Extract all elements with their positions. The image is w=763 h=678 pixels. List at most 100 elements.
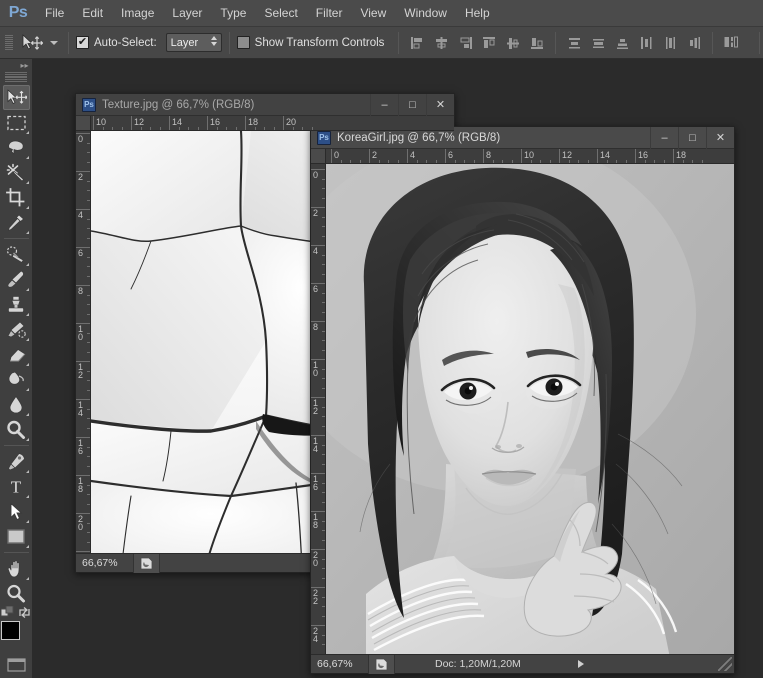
ruler-tick-minor	[140, 127, 142, 130]
dodge-tool[interactable]	[3, 417, 30, 442]
hand-tool[interactable]	[3, 556, 30, 581]
menu-image[interactable]: Image	[112, 2, 163, 25]
ruler-tick-minor	[663, 160, 665, 163]
koreagirl-document-window[interactable]: Ps KoreaGirl.jpg @ 66,7% (RGB/8) – □ ✕ 0…	[310, 126, 735, 674]
brush-tool[interactable]	[3, 267, 30, 292]
eraser-tool[interactable]	[3, 342, 30, 367]
document-thumbnail-icon[interactable]	[134, 553, 160, 573]
align-top-edges-button[interactable]	[478, 32, 500, 54]
align-vertical-centers-button[interactable]	[502, 32, 524, 54]
ruler-tick-major	[245, 116, 246, 130]
align-right-edges-button[interactable]	[454, 32, 476, 54]
eyedropper-tool[interactable]	[3, 210, 30, 235]
blur-tool[interactable]	[3, 392, 30, 417]
swap-colors-icon[interactable]	[18, 606, 31, 619]
menu-select[interactable]: Select	[255, 2, 306, 25]
koreagirl-ruler-corner[interactable]	[311, 149, 326, 164]
ruler-tick-minor	[322, 606, 325, 607]
tools-panel-grip[interactable]	[5, 72, 27, 82]
texture-zoom-level[interactable]: 66,67%	[76, 553, 134, 573]
ruler-tick-minor	[322, 539, 325, 541]
crop-tool[interactable]	[3, 185, 30, 210]
maximize-button[interactable]: □	[678, 126, 706, 149]
gradient-tool[interactable]	[3, 367, 30, 392]
ruler-tick-minor	[322, 311, 325, 313]
align-bottom-edges-button[interactable]	[526, 32, 548, 54]
ruler-tick-minor	[87, 180, 90, 182]
koreagirl-zoom-level[interactable]: 66,67%	[311, 654, 369, 674]
ruler-label: 12	[134, 117, 145, 127]
koreagirl-vertical-ruler[interactable]: 024681012141618202224	[311, 164, 326, 654]
menu-view[interactable]: View	[351, 2, 395, 25]
distribute-top-edges-button[interactable]	[563, 32, 585, 54]
zoom-tool[interactable]	[3, 581, 30, 606]
distribute-bottom-edges-button[interactable]	[611, 32, 633, 54]
distribute-horizontal-centers-button[interactable]	[659, 32, 681, 54]
horizontal-type-tool[interactable]: T	[3, 474, 30, 499]
ruler-tick-minor	[322, 349, 325, 351]
menu-type[interactable]: Type	[211, 2, 255, 25]
align-horizontal-centers-button[interactable]	[430, 32, 452, 54]
texture-ruler-corner[interactable]	[76, 116, 91, 131]
auto-select-checkbox[interactable]: ✔	[76, 36, 89, 49]
minimize-button[interactable]: –	[370, 93, 398, 116]
ruler-tick-minor	[87, 152, 90, 153]
tools-panel-collapse-button[interactable]: ▸▸	[0, 59, 33, 72]
options-bar-grip[interactable]	[3, 30, 15, 56]
screen-mode-icon[interactable]	[3, 653, 30, 678]
foreground-color-swatch[interactable]	[1, 621, 20, 641]
auto-align-layers-button[interactable]	[720, 32, 742, 54]
close-button[interactable]: ✕	[706, 126, 734, 149]
magic-wand-tool[interactable]	[3, 160, 30, 185]
menu-edit[interactable]: Edit	[73, 2, 112, 25]
document-thumbnail-icon[interactable]	[369, 654, 395, 674]
distribute-left-edges-button[interactable]	[635, 32, 657, 54]
tool-submenu-indicator-icon	[25, 544, 29, 548]
path-selection-tool[interactable]	[3, 499, 30, 524]
texture-vertical-ruler[interactable]: 0246810121416182022	[76, 131, 91, 553]
status-bar-expand-arrow-icon[interactable]	[577, 660, 584, 668]
auto-select-scope-dropdown[interactable]: Layer	[165, 33, 222, 52]
ruler-tick-minor	[322, 197, 325, 199]
pen-tool[interactable]	[3, 449, 30, 474]
default-colors-icon[interactable]	[1, 605, 14, 619]
rectangle-tool[interactable]	[3, 524, 30, 549]
spot-healing-brush-tool[interactable]	[3, 242, 30, 267]
ruler-tick-major	[483, 149, 484, 163]
align-left-edges-button[interactable]	[406, 32, 428, 54]
ruler-tick-minor	[322, 558, 325, 560]
distribute-buttons-group	[563, 32, 705, 54]
ruler-tick-major	[445, 149, 446, 163]
ruler-tick-minor	[322, 596, 325, 598]
koreagirl-horizontal-ruler[interactable]: 0 2 4 6 8 10 12 14 16 18	[326, 149, 734, 164]
photoshop-app-window: Ps File Edit Image Layer Type Select Fil…	[0, 0, 763, 678]
ruler-label: 18	[676, 150, 687, 160]
ruler-tick-minor	[216, 127, 218, 130]
lasso-tool[interactable]	[3, 135, 30, 160]
window-resize-grip[interactable]	[718, 657, 732, 671]
distribute-right-edges-button[interactable]	[683, 32, 705, 54]
ruler-tick-minor	[322, 273, 325, 275]
menu-window[interactable]: Window	[395, 2, 456, 25]
texture-window-titlebar[interactable]: Ps Texture.jpg @ 66,7% (RGB/8) – □ ✕	[76, 93, 454, 116]
clone-stamp-tool[interactable]	[3, 292, 30, 317]
maximize-button[interactable]: □	[398, 93, 426, 116]
rectangular-marquee-tool[interactable]	[3, 110, 30, 135]
distribute-vertical-centers-button[interactable]	[587, 32, 609, 54]
move-tool[interactable]	[2, 85, 30, 111]
menu-filter[interactable]: Filter	[307, 2, 352, 25]
koreagirl-canvas[interactable]	[326, 164, 734, 654]
history-brush-tool[interactable]	[3, 317, 30, 342]
texture-horizontal-ruler[interactable]: 10 12 14 16 18 20	[91, 116, 454, 131]
color-controls-row	[1, 605, 31, 619]
menu-help[interactable]: Help	[456, 2, 499, 25]
minimize-button[interactable]: –	[650, 126, 678, 149]
ruler-tick-minor	[322, 520, 325, 522]
close-button[interactable]: ✕	[426, 93, 454, 116]
show-transform-controls-checkbox[interactable]	[236, 36, 250, 49]
tool-preset-picker[interactable]	[47, 30, 61, 56]
ruler-tick-minor	[226, 127, 227, 130]
menu-file[interactable]: File	[36, 2, 73, 25]
options-divider-3	[398, 31, 400, 54]
menu-layer[interactable]: Layer	[163, 2, 211, 25]
